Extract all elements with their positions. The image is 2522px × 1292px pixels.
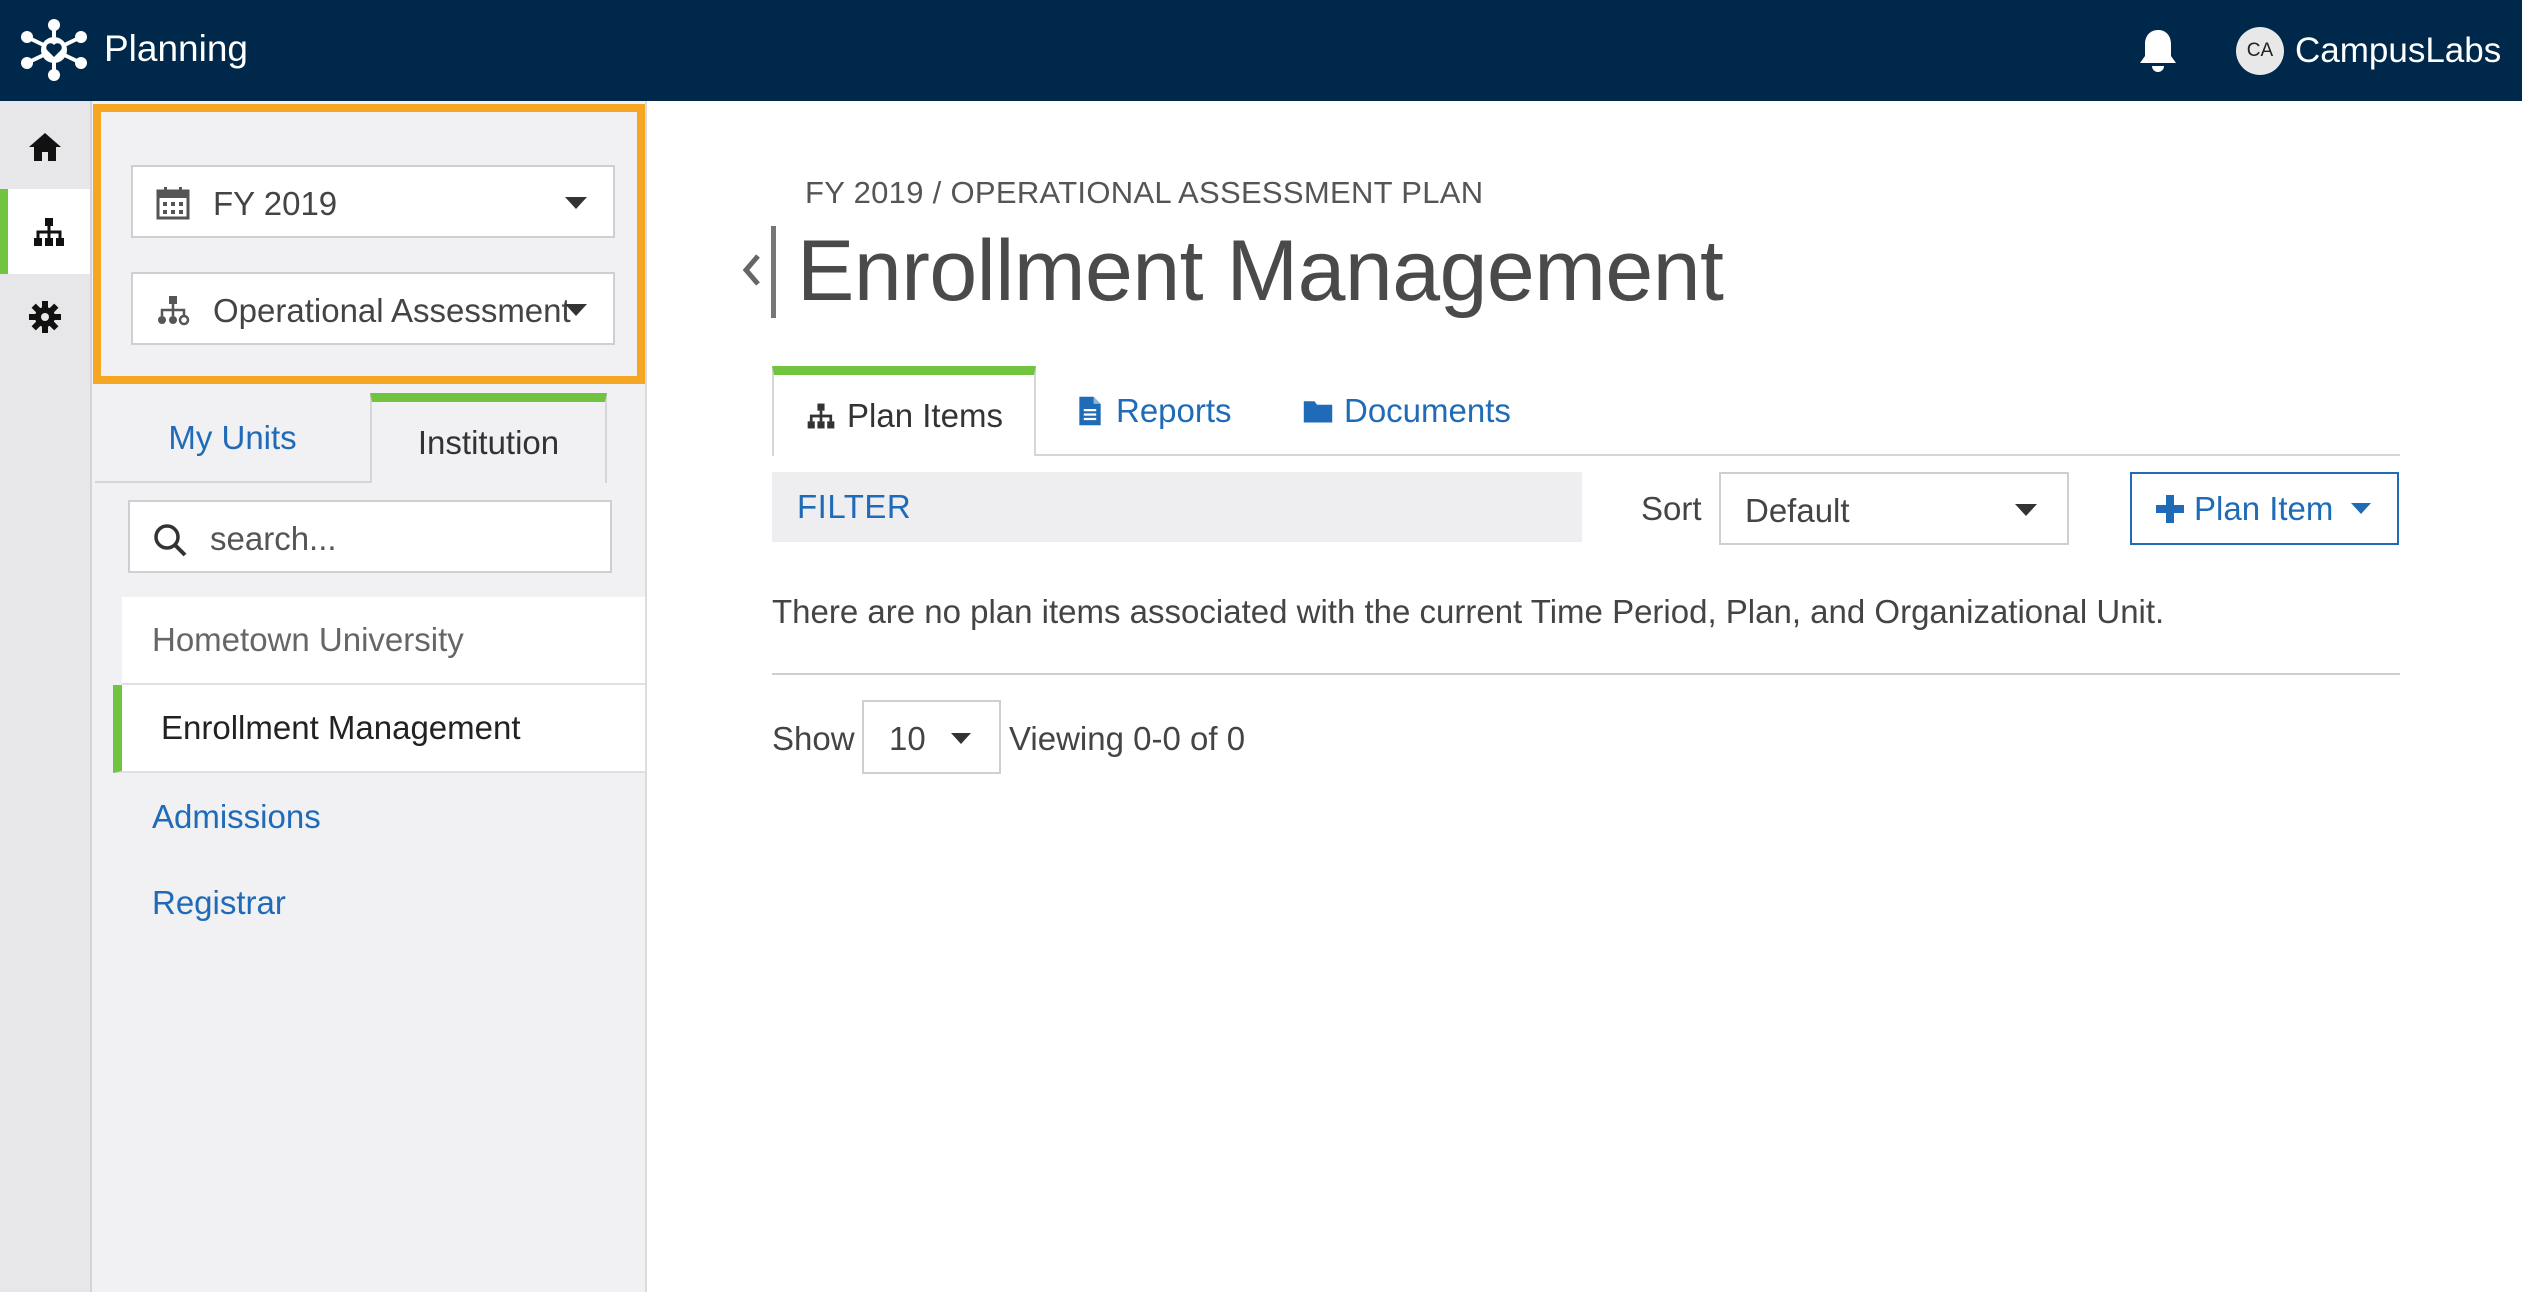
avatar: CA (2236, 27, 2284, 75)
tab-reports[interactable]: Reports (1074, 367, 1232, 455)
period-select-value: FY 2019 (213, 185, 338, 222)
top-bar: Planning CA CampusLabs (0, 0, 2522, 101)
collapse-sidebar-button[interactable] (736, 226, 776, 318)
search-icon (154, 524, 187, 557)
add-plan-item-button[interactable]: Plan Item (2130, 472, 2399, 545)
tab-label: Plan Items (847, 396, 1003, 434)
breadcrumb: FY 2019 / OPERATIONAL ASSESSMENT PLAN (805, 175, 1484, 210)
document-icon (1079, 396, 1101, 426)
tab-my-units[interactable]: My Units (95, 393, 370, 483)
tab-institution[interactable]: Institution (370, 393, 607, 483)
org-chart-icon (34, 217, 64, 246)
sort-label: Sort (1641, 490, 1702, 527)
sort-select[interactable]: Default (1719, 472, 2069, 545)
page-size-value: 10 (889, 720, 926, 757)
nav-home[interactable] (0, 104, 90, 189)
app-title: Planning (104, 28, 249, 69)
bell-icon (2140, 30, 2176, 72)
unit-hometown-university[interactable]: Hometown University (122, 597, 645, 685)
calendar-icon (156, 187, 190, 220)
search-input[interactable]: search... (210, 520, 337, 558)
page-title: Enrollment Management (797, 223, 1724, 319)
show-label: Show (772, 720, 855, 757)
gear-icon (29, 300, 61, 333)
tab-label: Reports (1116, 392, 1232, 429)
network-heart-icon (21, 19, 87, 81)
nav-planning[interactable] (0, 189, 90, 274)
pagination-status: Viewing 0-0 of 0 (1009, 720, 1246, 757)
chevron-down-icon (565, 197, 587, 209)
org-chart-icon (158, 296, 190, 326)
chevron-down-icon (2351, 503, 2372, 514)
tab-label: Documents (1344, 392, 1511, 429)
unit-registrar[interactable]: Registrar (122, 859, 645, 947)
unit-search[interactable]: search... (128, 500, 612, 573)
divider (772, 673, 2400, 675)
plan-select-value: Operational Assessment Plan (213, 292, 573, 329)
user-name: CampusLabs (2295, 31, 2502, 70)
empty-state-message: There are no plan items associated with … (772, 593, 2165, 630)
folder-icon (1303, 401, 1333, 423)
app-logo[interactable] (19, 18, 89, 82)
plan-select[interactable]: Operational Assessment Plan (131, 272, 615, 345)
filter-toggle[interactable]: FILTER (772, 472, 1582, 542)
divider (1036, 454, 2400, 456)
notifications-button[interactable] (2136, 26, 2180, 74)
plan-selectors: FY 2019 Operational Assessment Plan (93, 104, 645, 384)
plus-icon (2156, 494, 2184, 523)
sort-select-value: Default (1745, 492, 1850, 529)
nav-settings[interactable] (0, 274, 90, 359)
chevron-down-icon (565, 304, 587, 316)
unit-enrollment-management[interactable]: Enrollment Management (113, 685, 645, 773)
user-menu[interactable]: CA CampusLabs (2236, 26, 2501, 76)
chevron-down-icon (2015, 504, 2037, 516)
page-size-select[interactable]: 10 (862, 700, 1001, 774)
unit-admissions[interactable]: Admissions (122, 773, 645, 861)
chevron-down-icon (951, 733, 971, 744)
period-select[interactable]: FY 2019 (131, 165, 615, 238)
tab-documents[interactable]: Documents (1302, 367, 1511, 455)
org-chart-icon (807, 403, 835, 428)
nav-rail (0, 101, 92, 1292)
home-icon (29, 132, 61, 161)
chevron-left-icon (742, 254, 760, 286)
add-plan-item-label: Plan Item (2194, 489, 2334, 527)
tab-plan-items[interactable]: Plan Items (772, 366, 1036, 456)
divider (95, 481, 370, 483)
